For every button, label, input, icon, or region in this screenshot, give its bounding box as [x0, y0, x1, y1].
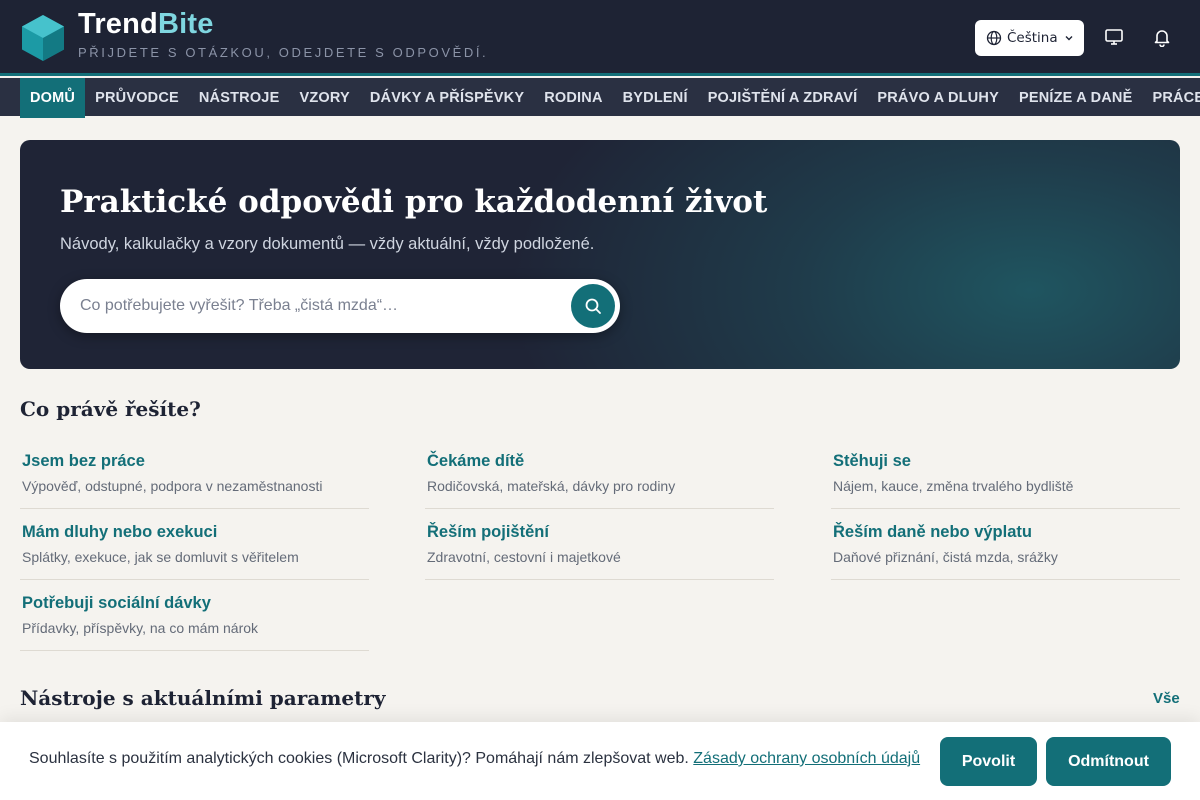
- see-all-tools-link[interactable]: Vše: [1153, 690, 1180, 707]
- search-button[interactable]: [571, 284, 615, 328]
- monitor-icon[interactable]: [1104, 27, 1124, 47]
- situation-desc: Daňové přiznání, čistá mzda, srážky: [833, 549, 1058, 565]
- situation-item-dluhy[interactable]: Mám dluhy nebo exekuci Splátky, exekuce,…: [20, 509, 369, 580]
- situation-desc: Rodičovská, mateřská, dávky pro rodiny: [427, 478, 676, 494]
- situation-title: Jsem bez práce: [22, 452, 145, 470]
- brand-name-accent: Bite: [157, 8, 214, 40]
- situations-title: Co právě řešíte?: [20, 397, 201, 421]
- brand-name[interactable]: TrendBite: [78, 8, 214, 41]
- chevron-down-icon: [1065, 36, 1073, 41]
- tagline: PŘIJDETE S OTÁZKOU, ODEJDETE S ODPOVĚDÍ.: [78, 45, 489, 60]
- situation-title: Mám dluhy nebo exekuci: [22, 523, 218, 541]
- privacy-policy-link[interactable]: Zásady ochrany osobních údajů: [693, 750, 920, 767]
- situation-desc: Nájem, kauce, změna trvalého bydliště: [833, 478, 1074, 494]
- search-input[interactable]: [80, 279, 550, 333]
- search-box: [60, 279, 620, 333]
- nav-item-pruvodce[interactable]: PRŮVODCE: [85, 78, 189, 118]
- cookie-accept-button[interactable]: Povolit: [940, 737, 1037, 786]
- cookie-message: Souhlasíte s použitím analytických cooki…: [29, 750, 920, 768]
- situation-item-stehuji-se[interactable]: Stěhuji se Nájem, kauce, změna trvalého …: [831, 438, 1180, 509]
- language-selector[interactable]: Čeština: [975, 20, 1084, 56]
- nav-item-domu[interactable]: DOMŮ: [20, 78, 86, 118]
- globe-icon: [986, 30, 1002, 46]
- situation-item-pojisteni[interactable]: Řeším pojištění Zdravotní, cestovní i ma…: [425, 509, 774, 580]
- site-header: TrendBite PŘIJDETE S OTÁZKOU, ODEJDETE S…: [0, 0, 1200, 76]
- nav-item-penize[interactable]: PENÍZE A DANĚ: [1009, 78, 1143, 118]
- situation-item-davky[interactable]: Potřebuji sociální dávky Přídavky, přísp…: [20, 580, 369, 651]
- nav-item-pravo[interactable]: PRÁVO A DLUHY: [867, 78, 1009, 118]
- nav-item-bydleni[interactable]: BYDLENÍ: [613, 78, 698, 118]
- hero-title: Praktické odpovědi pro každodenní život: [60, 184, 768, 220]
- cookie-consent-bar: Souhlasíte s použitím analytických cooki…: [0, 722, 1200, 800]
- situation-title: Řeším daně nebo výplatu: [833, 523, 1032, 541]
- situation-title: Řeším pojištění: [427, 523, 549, 541]
- situation-desc: Splátky, exekuce, jak se domluvit s věři…: [22, 549, 299, 565]
- hero-subtitle: Návody, kalkulačky a vzory dokumentů — v…: [60, 235, 595, 253]
- logo-hexagon-icon[interactable]: [22, 15, 64, 61]
- nav-item-vzory[interactable]: VZORY: [289, 78, 359, 118]
- situation-desc: Výpověď, odstupné, podpora v nezaměstnan…: [22, 478, 323, 494]
- search-icon: [585, 298, 601, 314]
- main-nav: DOMŮ PRŮVODCE NÁSTROJE VZORY DÁVKY A PŘÍ…: [0, 78, 1200, 118]
- nav-item-pojisteni[interactable]: POJIŠTĚNÍ A ZDRAVÍ: [698, 78, 868, 118]
- cookie-reject-button[interactable]: Odmítnout: [1046, 737, 1171, 786]
- situation-title: Stěhuji se: [833, 452, 911, 470]
- situation-desc: Přídavky, příspěvky, na co mám nárok: [22, 620, 259, 636]
- bell-icon[interactable]: [1152, 27, 1172, 47]
- cookie-message-text: Souhlasíte s použitím analytických cooki…: [29, 750, 689, 767]
- nav-item-prace[interactable]: PRÁCE: [1142, 78, 1200, 118]
- situation-desc: Zdravotní, cestovní i majetkové: [427, 549, 621, 565]
- brand-name-main: Trend: [78, 8, 158, 40]
- situation-item-dane[interactable]: Řeším daně nebo výplatu Daňové přiznání,…: [831, 509, 1180, 580]
- nav-item-rodina[interactable]: RODINA: [534, 78, 612, 118]
- situation-item-cekame-dite[interactable]: Čekáme dítě Rodičovská, mateřská, dávky …: [425, 438, 774, 509]
- tools-title: Nástroje s aktuálními parametry: [20, 686, 386, 710]
- language-label: Čeština: [1007, 30, 1058, 46]
- nav-item-nastroje[interactable]: NÁSTROJE: [189, 78, 290, 118]
- nav-item-davky[interactable]: DÁVKY A PŘÍSPĚVKY: [360, 78, 534, 118]
- situation-title: Čekáme dítě: [427, 452, 525, 470]
- situation-title: Potřebuji sociální dávky: [22, 594, 211, 612]
- situation-item-bez-prace[interactable]: Jsem bez práce Výpověď, odstupné, podpor…: [20, 438, 369, 509]
- hero-banner: Praktické odpovědi pro každodenní život …: [20, 140, 1180, 369]
